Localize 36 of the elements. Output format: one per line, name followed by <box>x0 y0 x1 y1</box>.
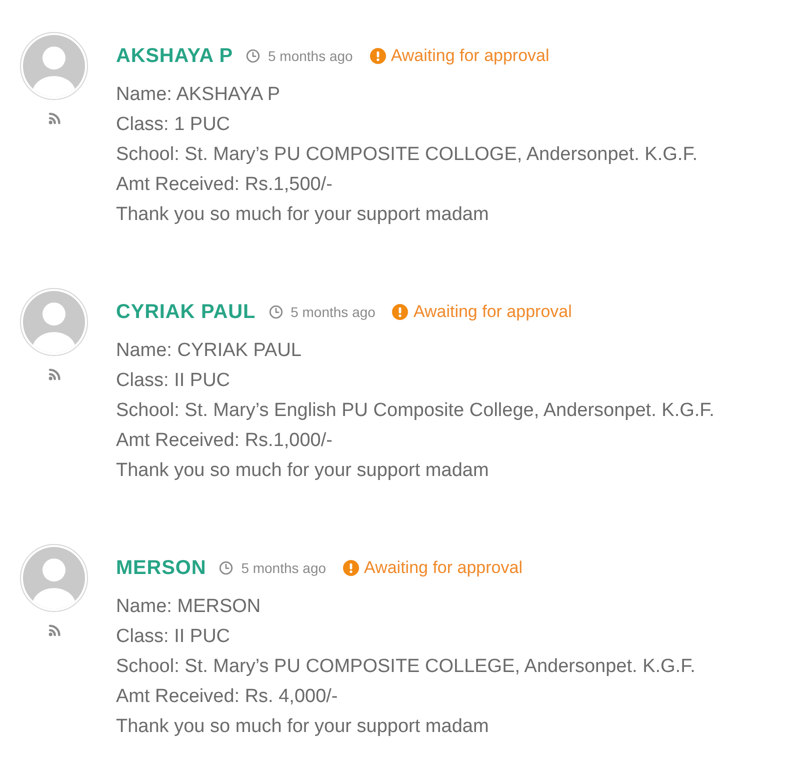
rss-icon <box>48 368 61 381</box>
rss-icon <box>48 624 61 637</box>
comment-text: Thank you so much for your support madam <box>116 459 490 483</box>
comment-text: Class: II PUC <box>116 369 232 393</box>
author-name: AKSHAYA P <box>116 44 233 68</box>
comment-time: 5 months ago <box>268 48 353 64</box>
comment-text: Class: II PUC <box>116 625 232 649</box>
comment-text: School: St. Mary’s PU COMPOSITE COLLEGE, Andersonpet. K.G.F. <box>116 655 696 679</box>
exclamation-icon <box>343 560 360 576</box>
avatar-icon <box>20 32 88 100</box>
avatar-icon <box>20 544 88 612</box>
exclamation-icon <box>370 48 386 64</box>
comment-text: School: St. Mary’s English PU Composite College, Andersonpet. K.G.F. <box>116 399 714 423</box>
rss-icon <box>48 112 61 125</box>
clock-icon <box>219 561 234 575</box>
comment-text: Amt Received: Rs.1,000/- <box>116 429 334 453</box>
approval-status: Awaiting for approval <box>413 302 572 322</box>
avatar-icon <box>20 288 88 356</box>
exclamation-icon <box>392 304 408 320</box>
comment-text: Amt Received: Rs.1,500/- <box>116 173 334 197</box>
comment-text: Name: CYRIAK PAUL <box>116 339 302 363</box>
comment-text: Thank you so much for your support madam <box>116 715 490 739</box>
comment-text: Thank you so much for your support madam <box>116 203 490 227</box>
comment-text: Name: MERSON <box>116 595 262 619</box>
comment-time: 5 months ago <box>290 304 376 320</box>
author-name: MERSON <box>116 556 206 580</box>
author-name: CYRIAK PAUL <box>116 300 256 324</box>
comment-time: 5 months ago <box>241 560 326 576</box>
clock-icon <box>268 305 283 319</box>
approval-status: Awaiting for approval <box>390 46 550 66</box>
approval-status: Awaiting for approval <box>364 558 522 578</box>
comment-text: School: St. Mary’s PU COMPOSITE COLLOGE, Andersonpet. K.G.F. <box>116 143 698 167</box>
comment-text: Class: 1 PUC <box>116 113 232 137</box>
comment-text: Amt Received: Rs. 4,000/- <box>116 685 339 709</box>
comment-text: Name: AKSHAYA P <box>116 83 282 107</box>
clock-icon <box>246 49 260 63</box>
